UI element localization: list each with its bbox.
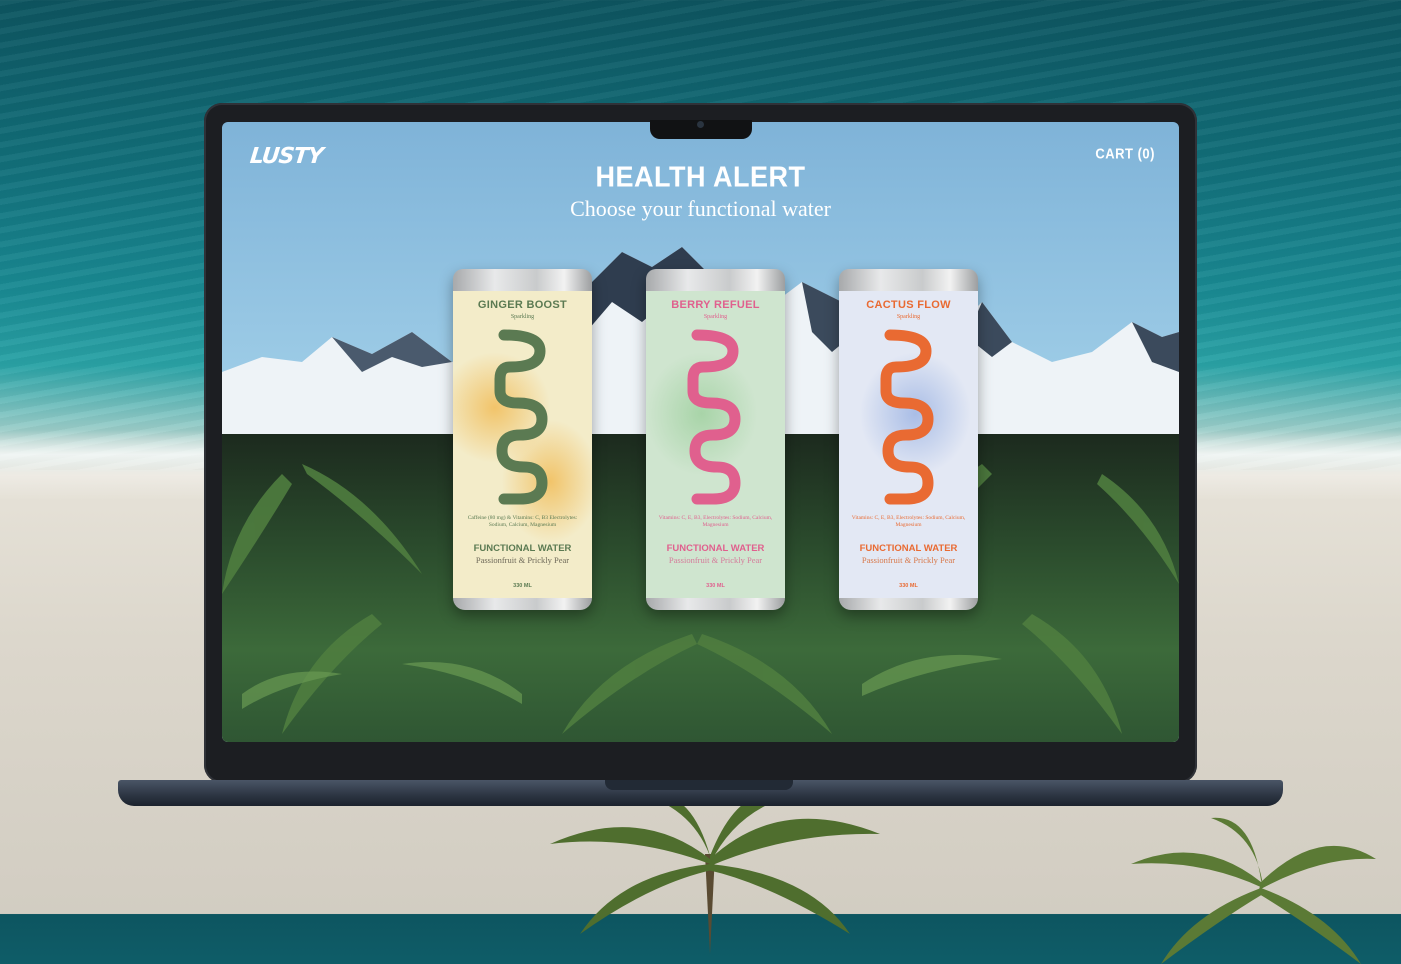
product-info: Vitamins: C, E, B3, Electrolytes: Sodium… <box>658 515 773 528</box>
can-base <box>646 598 785 610</box>
lusty-wordmark-icon <box>880 329 934 505</box>
product-variant: Sparkling <box>703 314 728 320</box>
product-variant: Sparkling <box>510 314 535 320</box>
product-info: Caffeine (80 mg) & Vitamins: C, B3 Elect… <box>467 515 578 528</box>
lusty-wordmark-icon <box>687 329 741 505</box>
can-base <box>839 598 978 610</box>
palm-tree-icon <box>550 792 880 954</box>
product-volume: 330 ML <box>513 583 532 589</box>
product-name: CACTUS FLOW <box>866 299 951 311</box>
can-lid <box>646 269 785 291</box>
product-volume: 330 ML <box>706 583 725 589</box>
lusty-wordmark-icon <box>494 329 548 505</box>
product-card-cactus-flow[interactable]: CACTUS FLOW Sparkling Vitamins: C, E, B3… <box>839 269 978 610</box>
product-flavor: Passionfruit & Prickly Pear <box>668 555 763 565</box>
cart-link[interactable]: CART (0) <box>1095 145 1155 162</box>
laptop-base-notch <box>605 780 793 790</box>
product-category: FUNCTIONAL WATER <box>859 543 958 554</box>
product-variant: Sparkling <box>896 314 921 320</box>
product-category: FUNCTIONAL WATER <box>666 543 765 554</box>
product-card-berry-refuel[interactable]: BERRY REFUEL Sparkling Vitamins: C, E, B… <box>646 269 785 610</box>
product-volume: 330 ML <box>899 583 918 589</box>
product-flavor: Passionfruit & Prickly Pear <box>861 555 956 565</box>
product-flavor: Passionfruit & Prickly Pear <box>475 555 570 565</box>
product-card-ginger-boost[interactable]: GINGER BOOST Sparkling Caffeine (80 mg) … <box>453 269 592 610</box>
can-lid <box>453 269 592 291</box>
palm-tree-icon <box>1131 817 1376 964</box>
product-name: GINGER BOOST <box>477 299 568 311</box>
can-lid <box>839 269 978 291</box>
camera-icon <box>697 121 704 128</box>
hero-headline: HEALTH ALERT <box>595 161 806 193</box>
website-screen: LUSTY CART (0) HEALTH ALERT Choose your … <box>222 122 1179 742</box>
product-category: FUNCTIONAL WATER <box>473 543 572 554</box>
product-info: Vitamins: C, E, B3, Electrolytes: Sodium… <box>851 515 966 528</box>
product-name: BERRY REFUEL <box>671 299 760 311</box>
hero-subheadline: Choose your functional water <box>570 196 831 221</box>
can-base <box>453 598 592 610</box>
